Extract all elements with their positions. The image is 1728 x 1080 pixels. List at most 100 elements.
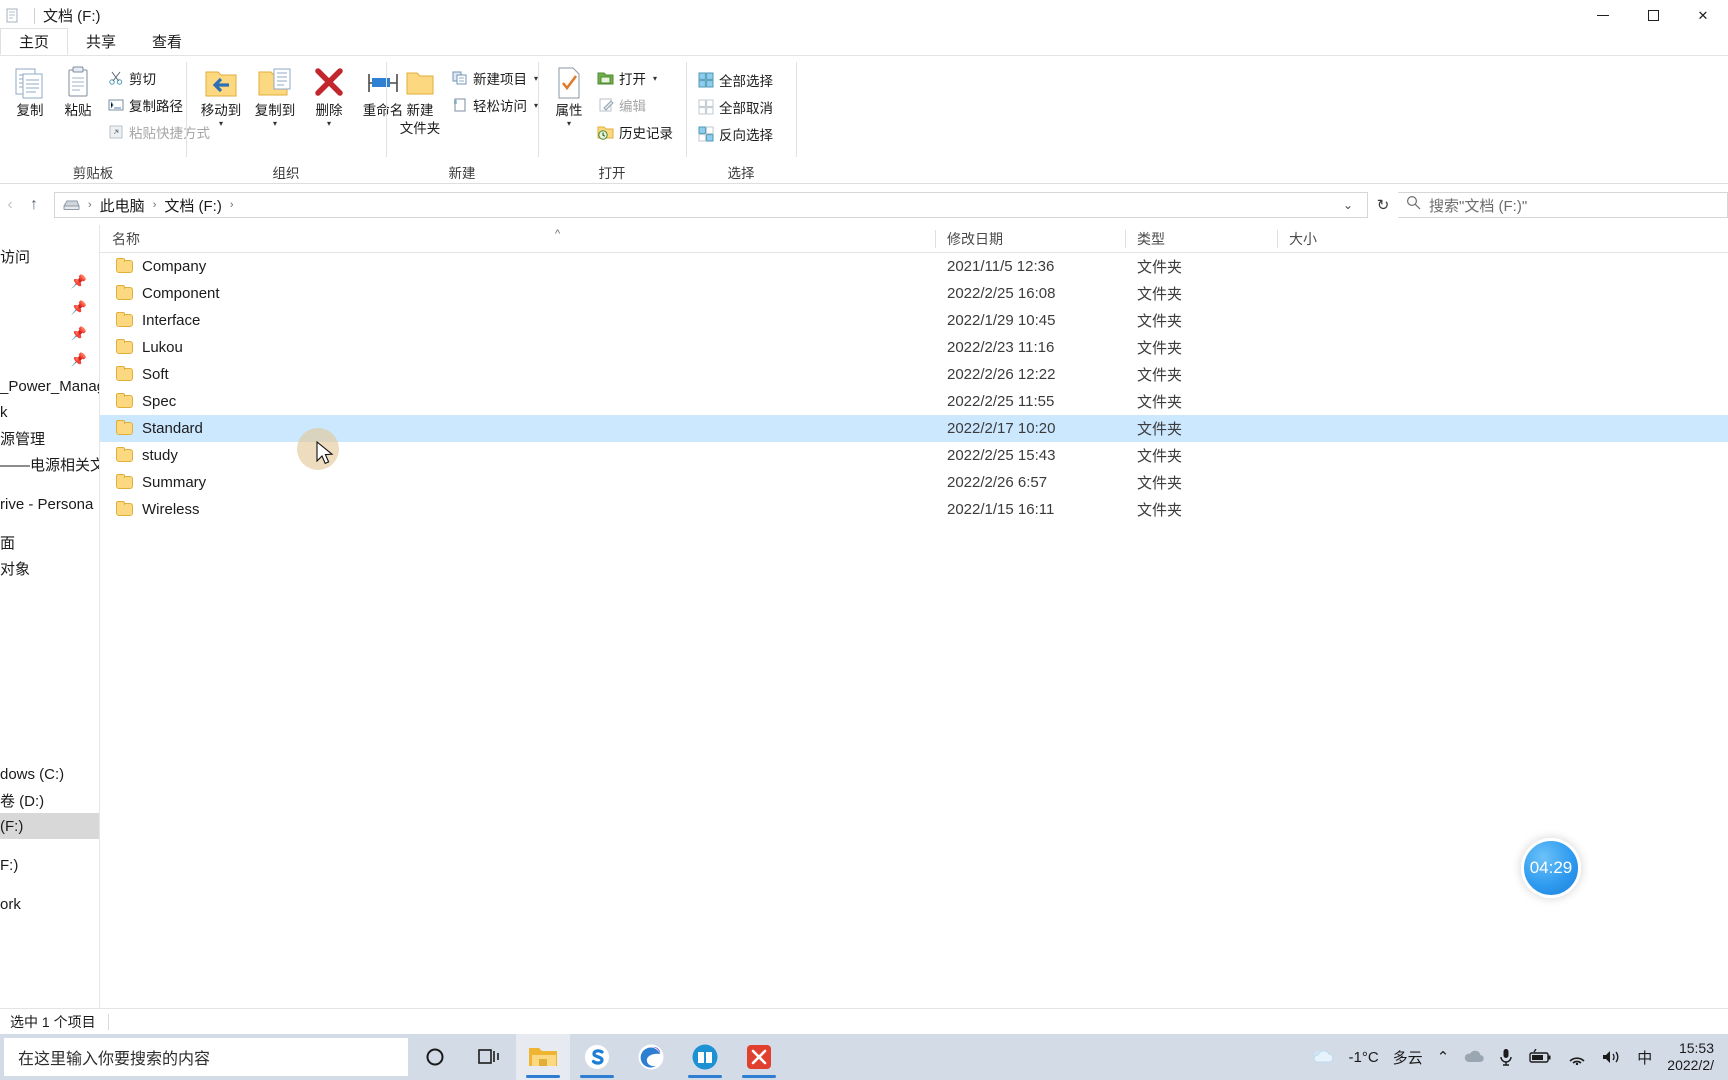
search-input[interactable]: 搜索"文档 (F:)" — [1429, 195, 1527, 216]
delete-button[interactable]: 删除 ▾ — [302, 62, 356, 127]
copy-path-icon — [107, 97, 124, 114]
battery-icon[interactable] — [1520, 1049, 1560, 1065]
sidebar-item-power-docs[interactable]: ——电源相关文 — [0, 451, 99, 477]
table-row[interactable]: Soft 2022/2/26 12:22 文件夹 — [100, 361, 1728, 388]
system-tray: -1°C 多云 ⌃ 中 15:53 2022/2/ — [1304, 1040, 1728, 1074]
address-chevron-down-icon[interactable]: ⌄ — [1333, 198, 1363, 212]
microphone-icon[interactable] — [1492, 1048, 1520, 1066]
ribbon-group-organize: 移动到 ▾ 复制到 ▾ 删除 ▾ 重命名 组织 — [186, 56, 403, 183]
select-all-button[interactable]: 全部选择 — [694, 68, 778, 92]
row-name-cell: Lukou — [100, 339, 935, 356]
table-row[interactable]: Company 2021/11/5 12:36 文件夹 — [100, 253, 1728, 280]
taskbar-clock[interactable]: 15:53 2022/2/ — [1659, 1040, 1722, 1074]
sidebar-item-power-manage[interactable]: _Power_Manag — [0, 373, 99, 399]
sidebar-item-network[interactable]: ork — [0, 891, 99, 917]
table-row[interactable]: Standard 2022/2/17 10:20 文件夹 — [100, 415, 1728, 442]
column-header-type[interactable]: 类型 — [1125, 225, 1277, 253]
taskbar: 在这里输入你要搜索的内容 -1°C 多云 ⌃ 中 15:53 2022/2/ — [0, 1034, 1728, 1080]
sidebar-item-k[interactable]: k — [0, 399, 99, 425]
cortana-icon[interactable] — [408, 1034, 462, 1080]
maximize-button[interactable] — [1628, 0, 1678, 31]
sidebar-item-power-management[interactable]: 源管理 — [0, 425, 99, 451]
move-to-button[interactable]: 移动到 ▾ — [194, 62, 248, 127]
breadcrumb-drive-f[interactable]: 文档 (F:) — [160, 195, 226, 216]
ime-indicator[interactable]: 中 — [1630, 1047, 1659, 1068]
table-row[interactable]: Component 2022/2/25 16:08 文件夹 — [100, 280, 1728, 307]
sidebar-item-volume-d[interactable]: 卷 (D:) — [0, 787, 99, 813]
select-none-button[interactable]: 全部取消 — [694, 95, 778, 119]
sidebar-item-quick-access[interactable]: 访问 — [0, 243, 99, 269]
task-view-icon[interactable] — [462, 1034, 516, 1080]
folder-icon — [116, 501, 133, 516]
weather-description[interactable]: 多云 — [1386, 1047, 1430, 1068]
sidebar-item-pinned-1[interactable]: 📌 — [0, 269, 99, 295]
tab-share[interactable]: 共享 — [68, 28, 134, 55]
table-row[interactable]: Summary 2022/2/26 6:57 文件夹 — [100, 469, 1728, 496]
paste-button[interactable]: 粘贴 — [54, 62, 102, 119]
column-header-size[interactable]: 大小 — [1277, 225, 1387, 253]
weather-temperature[interactable]: -1°C — [1342, 1049, 1386, 1066]
invert-selection-button[interactable]: 反向选择 — [694, 122, 778, 146]
crumb-separator-2[interactable]: › — [228, 199, 236, 211]
file-list-pane[interactable]: 名称 修改日期 类型 大小 ^ Company 2021/11/5 12:36 … — [100, 225, 1728, 1008]
sidebar-item-drive-f2[interactable]: F:) — [0, 852, 99, 878]
row-date-cell: 2022/2/17 10:20 — [947, 420, 1056, 437]
weather-icon[interactable] — [1304, 1048, 1342, 1066]
properties-button[interactable]: 属性 ▾ — [546, 62, 592, 127]
select-all-icon — [697, 72, 714, 89]
clock-time: 15:53 — [1678, 1040, 1714, 1057]
copy-to-chevron-down-icon: ▾ — [272, 118, 277, 128]
table-row[interactable]: Lukou 2022/2/23 11:16 文件夹 — [100, 334, 1728, 361]
file-name: Interface — [142, 312, 201, 329]
address-bar[interactable]: › 此电脑 › 文档 (F:) › ⌄ — [54, 192, 1368, 218]
search-box[interactable]: 搜索"文档 (F:)" — [1398, 192, 1728, 218]
column-header-date[interactable]: 修改日期 — [935, 225, 1125, 253]
file-explorer-icon[interactable] — [516, 1034, 570, 1080]
table-row[interactable]: Spec 2022/2/25 11:55 文件夹 — [100, 388, 1728, 415]
edge-icon[interactable] — [624, 1034, 678, 1080]
sidebar-item-windows-c[interactable]: dows (C:) — [0, 761, 99, 787]
folder-icon — [116, 447, 133, 462]
volume-icon[interactable] — [1594, 1049, 1630, 1065]
sidebar-item-pinned-4[interactable]: 📌 — [0, 347, 99, 373]
sidebar-item-3d-objects[interactable]: 对象 — [0, 555, 99, 581]
edit-button[interactable]: 编辑 — [594, 93, 678, 117]
sidebar-item-documents-f[interactable]: (F:) — [0, 813, 99, 839]
copy-button[interactable]: 复制 — [8, 62, 52, 119]
copy-to-button[interactable]: 复制到 ▾ — [248, 62, 302, 127]
table-row[interactable]: Interface 2022/1/29 10:45 文件夹 — [100, 307, 1728, 334]
qat-properties-icon[interactable] — [4, 8, 20, 24]
sidebar-item-desktop[interactable]: 面 — [0, 529, 99, 555]
show-hidden-icons-chevron-up-icon[interactable]: ⌃ — [1430, 1048, 1457, 1066]
refresh-button[interactable]: ↻ — [1368, 192, 1398, 218]
new-item-button[interactable]: 新建项目 ▾ — [448, 66, 543, 90]
minimize-button[interactable] — [1578, 0, 1628, 31]
onedrive-cloud-icon[interactable] — [1456, 1049, 1492, 1065]
navigation-pane[interactable]: 访问 📌 📌 📌 📌 _Power_Manag k 源管理 ——电源相关文 ri… — [0, 225, 100, 1008]
tab-view[interactable]: 查看 — [134, 28, 200, 55]
timer-overlay[interactable]: 04:29 — [1521, 838, 1581, 898]
back-button[interactable]: ‹ — [0, 191, 20, 219]
close-button[interactable]: ✕ — [1678, 0, 1728, 31]
crumb-separator-1[interactable]: › — [151, 199, 159, 211]
tab-home[interactable]: 主页 — [0, 28, 69, 55]
new-folder-button[interactable]: 新建 文件夹 — [394, 62, 446, 136]
taskbar-search-input[interactable]: 在这里输入你要搜索的内容 — [4, 1038, 408, 1076]
easy-access-button[interactable]: 轻松访问 ▾ — [448, 93, 543, 117]
row-name-cell: Component — [100, 285, 935, 302]
table-row[interactable]: Wireless 2022/1/15 16:11 文件夹 — [100, 496, 1728, 523]
history-button[interactable]: 历史记录 — [594, 120, 678, 144]
reader-icon[interactable] — [678, 1034, 732, 1080]
xmind-icon[interactable] — [732, 1034, 786, 1080]
sogou-input-icon[interactable] — [570, 1034, 624, 1080]
table-row[interactable]: study 2022/2/25 15:43 文件夹 — [100, 442, 1728, 469]
wifi-icon[interactable] — [1560, 1049, 1594, 1065]
open-button[interactable]: 打开 ▾ — [594, 66, 678, 90]
sidebar-item-onedrive[interactable]: rive - Persona — [0, 491, 99, 517]
sidebar-item-pinned-3[interactable]: 📌 — [0, 321, 99, 347]
column-header-name[interactable]: 名称 — [100, 225, 935, 253]
sidebar-item-pinned-2[interactable]: 📌 — [0, 295, 99, 321]
row-date-cell: 2022/1/15 16:11 — [947, 501, 1055, 518]
breadcrumb-this-pc[interactable]: 此电脑 — [96, 195, 149, 216]
up-button[interactable]: ↑ — [20, 191, 48, 219]
